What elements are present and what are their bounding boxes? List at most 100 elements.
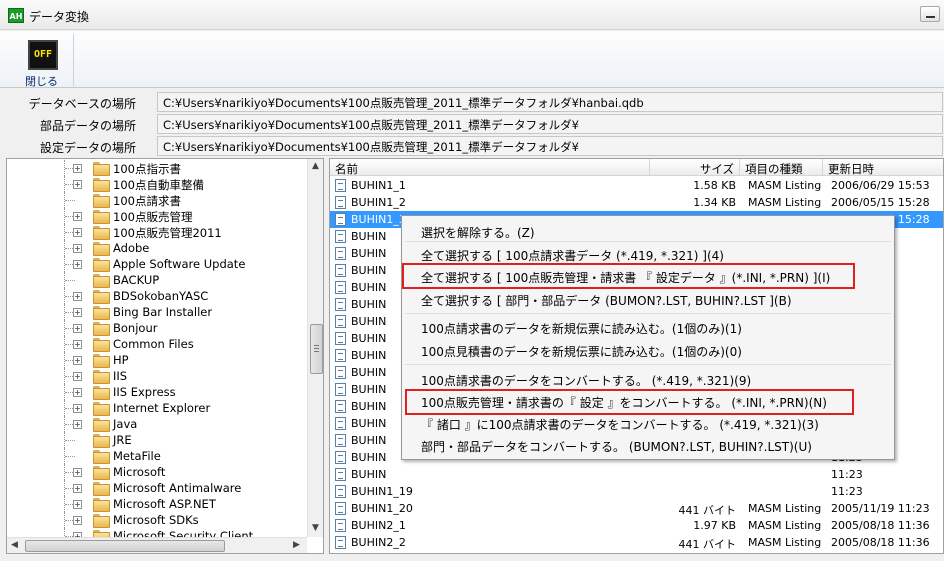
tree-item[interactable]: + BDSokobanYASC [7, 288, 307, 304]
expand-icon[interactable]: + [73, 164, 82, 173]
tree-item[interactable]: + Internet Explorer [7, 400, 307, 416]
tree-scroll-thumb[interactable] [310, 324, 323, 374]
file-row[interactable]: BUHIN 11:23 [330, 466, 943, 483]
menu-item-convert-parts[interactable]: 部門・部品データをコンバートする。 (BUMON?.LST, BUHIN?.LS… [421, 438, 812, 455]
tree-item[interactable]: + Microsoft SDKs [7, 512, 307, 528]
file-row[interactable]: BUHIN2_2 441 バイト MASM Listing 2005/08/18 11… [330, 534, 943, 551]
settings-path-field[interactable]: C:¥Users¥narikiyo¥Documents¥100点販売管理_201… [157, 136, 943, 156]
tree-item[interactable]: + Adobe [7, 240, 307, 256]
tree-item[interactable]: +100点販売管理 [7, 208, 307, 224]
document-icon [335, 400, 346, 413]
close-button[interactable]: OFF 閉じる [10, 35, 70, 88]
tree-item[interactable]: BACKUP [7, 272, 307, 288]
scroll-right-icon[interactable]: ▶ [293, 540, 300, 550]
minimize-button[interactable] [920, 6, 940, 22]
menu-separator [405, 313, 891, 314]
tree-item[interactable]: + HP [7, 352, 307, 368]
file-row[interactable]: BUHIN1_1 1.58 KB MASM Listing 2006/06/29 15… [330, 177, 943, 194]
highlight-box [402, 263, 855, 289]
column-header-date[interactable]: 更新日時 [823, 159, 943, 176]
database-path-field[interactable]: C:¥Users¥narikiyo¥Documents¥100点販売管理_201… [157, 92, 943, 112]
expand-icon[interactable]: + [73, 420, 82, 429]
menu-item-load-invoice[interactable]: 100点請求書のデータを新規伝票に読み込む。(1個のみ)(1) [421, 320, 742, 337]
tree-item[interactable]: + Microsoft [7, 464, 307, 480]
file-name: BUHIN [351, 417, 387, 430]
tree-item[interactable]: + IIS [7, 368, 307, 384]
expand-icon[interactable]: + [73, 468, 82, 477]
tree-horizontal-scrollbar[interactable]: ◀ ▶ [7, 537, 307, 553]
file-row[interactable]: BUHIN1_20 441 バイト MASM Listing 2005/11/19 1… [330, 500, 943, 517]
file-row[interactable]: BUHIN1_2 1.34 KB MASM Listing 2006/05/15 15… [330, 194, 943, 211]
expand-icon[interactable]: + [73, 292, 82, 301]
tree-item[interactable]: + Microsoft Antimalware [7, 480, 307, 496]
folder-icon [93, 498, 110, 512]
expand-icon[interactable]: + [73, 180, 82, 189]
tree-item[interactable]: 100点請求書 [7, 192, 307, 208]
document-icon [335, 247, 346, 260]
document-icon [335, 196, 346, 209]
file-date: 2005/08/18 11:36 [831, 519, 930, 532]
expand-icon[interactable]: + [73, 372, 82, 381]
file-name: BUHIN [351, 247, 387, 260]
scroll-left-icon[interactable]: ◀ [11, 540, 18, 550]
file-name: BUHIN [351, 332, 387, 345]
expand-icon[interactable]: + [73, 356, 82, 365]
menu-item-deselect[interactable]: 選択を解除する。(Z) [421, 224, 535, 241]
tree-item[interactable]: + Microsoft ASP.NET [7, 496, 307, 512]
expand-icon[interactable]: + [73, 500, 82, 509]
tree-item[interactable]: +100点販売管理2011 [7, 224, 307, 240]
expand-icon[interactable]: + [73, 388, 82, 397]
file-row[interactable]: BUHIN1_19 11:23 [330, 483, 943, 500]
tree-item-label: MetaFile [113, 449, 161, 463]
off-icon: OFF [28, 40, 58, 70]
tree-item[interactable]: MetaFile [7, 448, 307, 464]
expand-icon[interactable]: + [73, 404, 82, 413]
window-title: データ変換 [29, 10, 90, 24]
expand-icon[interactable]: + [73, 484, 82, 493]
tree-item[interactable]: + Java [7, 416, 307, 432]
expand-icon[interactable]: + [73, 244, 82, 253]
file-name: BUHIN1_2 [351, 196, 406, 209]
tree-item[interactable]: +100点指示書 [7, 160, 307, 176]
tree-item[interactable]: + Bing Bar Installer [7, 304, 307, 320]
menu-item-convert-misc[interactable]: 『 諸口 』に100点請求書のデータをコンバートする。 (*.419, *.32… [421, 416, 819, 433]
file-date: 11:23 [831, 485, 863, 498]
tree-connector [65, 200, 75, 201]
scroll-down-icon[interactable]: ▼ [312, 523, 319, 533]
tree-item[interactable]: JRE [7, 432, 307, 448]
scroll-up-icon[interactable]: ▲ [312, 161, 319, 171]
document-icon [335, 417, 346, 430]
file-type: MASM Listing [748, 553, 821, 554]
document-icon [335, 434, 346, 447]
file-row[interactable]: BUHIN2_3 441 バイト MASM Listing 2004/05/26 22… [330, 551, 943, 554]
expand-icon[interactable]: + [73, 324, 82, 333]
column-header-type[interactable]: 項目の種類 [740, 159, 823, 176]
document-icon [335, 349, 346, 362]
file-row[interactable]: BUHIN2_1 1.97 KB MASM Listing 2005/08/18 11… [330, 517, 943, 534]
tree-item[interactable]: + Common Files [7, 336, 307, 352]
document-icon [335, 281, 346, 294]
tree-item[interactable]: + Bonjour [7, 320, 307, 336]
folder-tree[interactable]: +100点指示書 +100点自動車整備 100点請求書 +100点販売管理 +100点販… [6, 158, 324, 554]
expand-icon[interactable]: + [73, 228, 82, 237]
expand-icon[interactable]: + [73, 212, 82, 221]
menu-item-convert-invoice[interactable]: 100点請求書のデータをコンバートする。 (*.419, *.321)(9) [421, 372, 751, 389]
tree-item-label: Bonjour [113, 321, 158, 335]
menu-item-select-invoice-data[interactable]: 全て選択する [ 100点請求書データ (*.419, *.321) ](4) [421, 247, 724, 264]
tree-item[interactable]: +100点自動車整備 [7, 176, 307, 192]
expand-icon[interactable]: + [73, 516, 82, 525]
column-header-size[interactable]: サイズ [650, 159, 740, 176]
menu-item-load-estimate[interactable]: 100点見積書のデータを新規伝票に読み込む。(1個のみ)(0) [421, 343, 742, 360]
tree-item[interactable]: + Apple Software Update [7, 256, 307, 272]
expand-icon[interactable]: + [73, 340, 82, 349]
tree-hscroll-thumb[interactable] [25, 540, 225, 552]
expand-icon[interactable]: + [73, 308, 82, 317]
file-name: BUHIN [351, 349, 387, 362]
expand-icon[interactable]: + [73, 260, 82, 269]
tree-item[interactable]: + IIS Express [7, 384, 307, 400]
menu-item-select-parts-data[interactable]: 全て選択する [ 部門・部品データ (BUMON?.LST, BUHIN?.LS… [421, 292, 792, 309]
column-header-name[interactable]: 名前 [330, 159, 650, 176]
tree-connector [65, 280, 75, 281]
parts-path-field[interactable]: C:¥Users¥narikiyo¥Documents¥100点販売管理_201… [157, 114, 943, 134]
tree-vertical-scrollbar[interactable]: ▲ ▼ [307, 159, 323, 537]
